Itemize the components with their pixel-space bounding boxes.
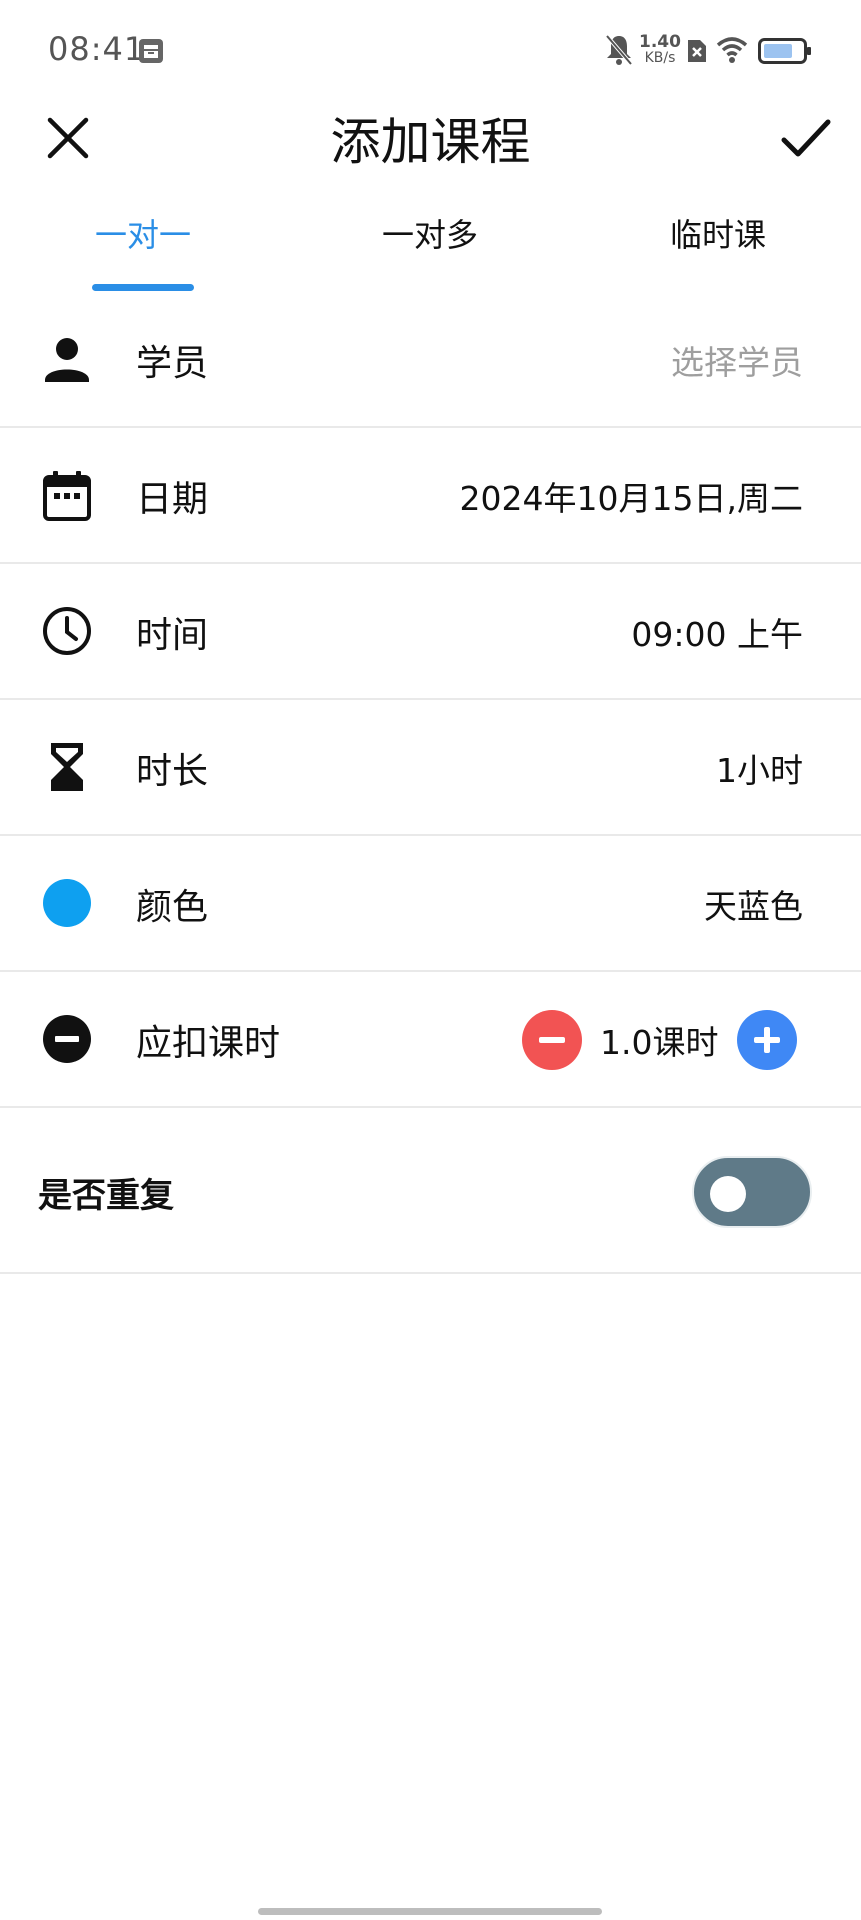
tab-indicator	[92, 284, 194, 291]
color-label: 颜色	[136, 887, 209, 928]
lesson-hours-label: 应扣课时	[136, 1023, 281, 1064]
calendar-icon	[40, 468, 94, 522]
mute-icon	[604, 32, 634, 72]
date-row[interactable]: 日期 2024年10月15日,周二	[0, 428, 861, 564]
time-label: 时间	[136, 615, 209, 656]
lesson-hours-value: 1.0课时	[600, 1023, 719, 1062]
duration-value[interactable]: 1小时	[716, 744, 803, 792]
sim-error-icon	[686, 38, 708, 78]
repeat-toggle[interactable]	[692, 1156, 812, 1228]
lesson-hours-row: 应扣课时 1.0课时	[0, 972, 861, 1108]
decrease-hours-button[interactable]	[522, 1010, 582, 1070]
color-row[interactable]: 颜色 天蓝色	[0, 836, 861, 972]
duration-label: 时长	[136, 751, 209, 792]
confirm-button[interactable]	[776, 108, 836, 168]
notification-app-icon	[138, 38, 164, 68]
page-title: 添加课程	[330, 113, 531, 171]
repeat-label: 是否重复	[38, 1176, 174, 1216]
student-label: 学员	[136, 343, 209, 384]
student-row[interactable]: 学员 选择学员	[0, 292, 861, 428]
minus-icon	[539, 1037, 565, 1043]
wifi-icon	[716, 36, 748, 76]
tab-one-to-one[interactable]: 一对一	[43, 210, 243, 256]
home-indicator[interactable]	[258, 1908, 602, 1915]
toggle-knob	[710, 1176, 746, 1212]
clock-icon	[40, 604, 94, 658]
battery-icon	[758, 38, 812, 78]
repeat-row: 是否重复	[0, 1110, 861, 1274]
tab-bar: 一对一 一对多 临时课	[0, 200, 861, 296]
status-time: 08:41	[48, 30, 146, 68]
duration-row[interactable]: 时长 1小时	[0, 700, 861, 836]
increase-hours-button[interactable]	[737, 1010, 797, 1070]
time-value[interactable]: 09:00 上午	[631, 608, 803, 656]
status-bar: 08:41 1.40 KB/s	[0, 0, 861, 100]
minus-circle-icon	[40, 1012, 94, 1066]
plus-icon	[754, 1027, 780, 1053]
date-label: 日期	[136, 479, 209, 520]
student-placeholder[interactable]: 选择学员	[671, 336, 803, 384]
person-icon	[40, 332, 94, 386]
net-speed: 1.40 KB/s	[639, 32, 681, 66]
time-row[interactable]: 时间 09:00 上午	[0, 564, 861, 700]
date-value[interactable]: 2024年10月15日,周二	[460, 472, 803, 520]
check-icon	[781, 119, 831, 157]
tab-one-to-many[interactable]: 一对多	[330, 210, 530, 256]
tab-temporary-class[interactable]: 临时课	[618, 210, 818, 256]
color-value[interactable]: 天蓝色	[704, 880, 803, 928]
color-dot-icon	[40, 876, 94, 930]
hourglass-icon	[40, 740, 94, 794]
